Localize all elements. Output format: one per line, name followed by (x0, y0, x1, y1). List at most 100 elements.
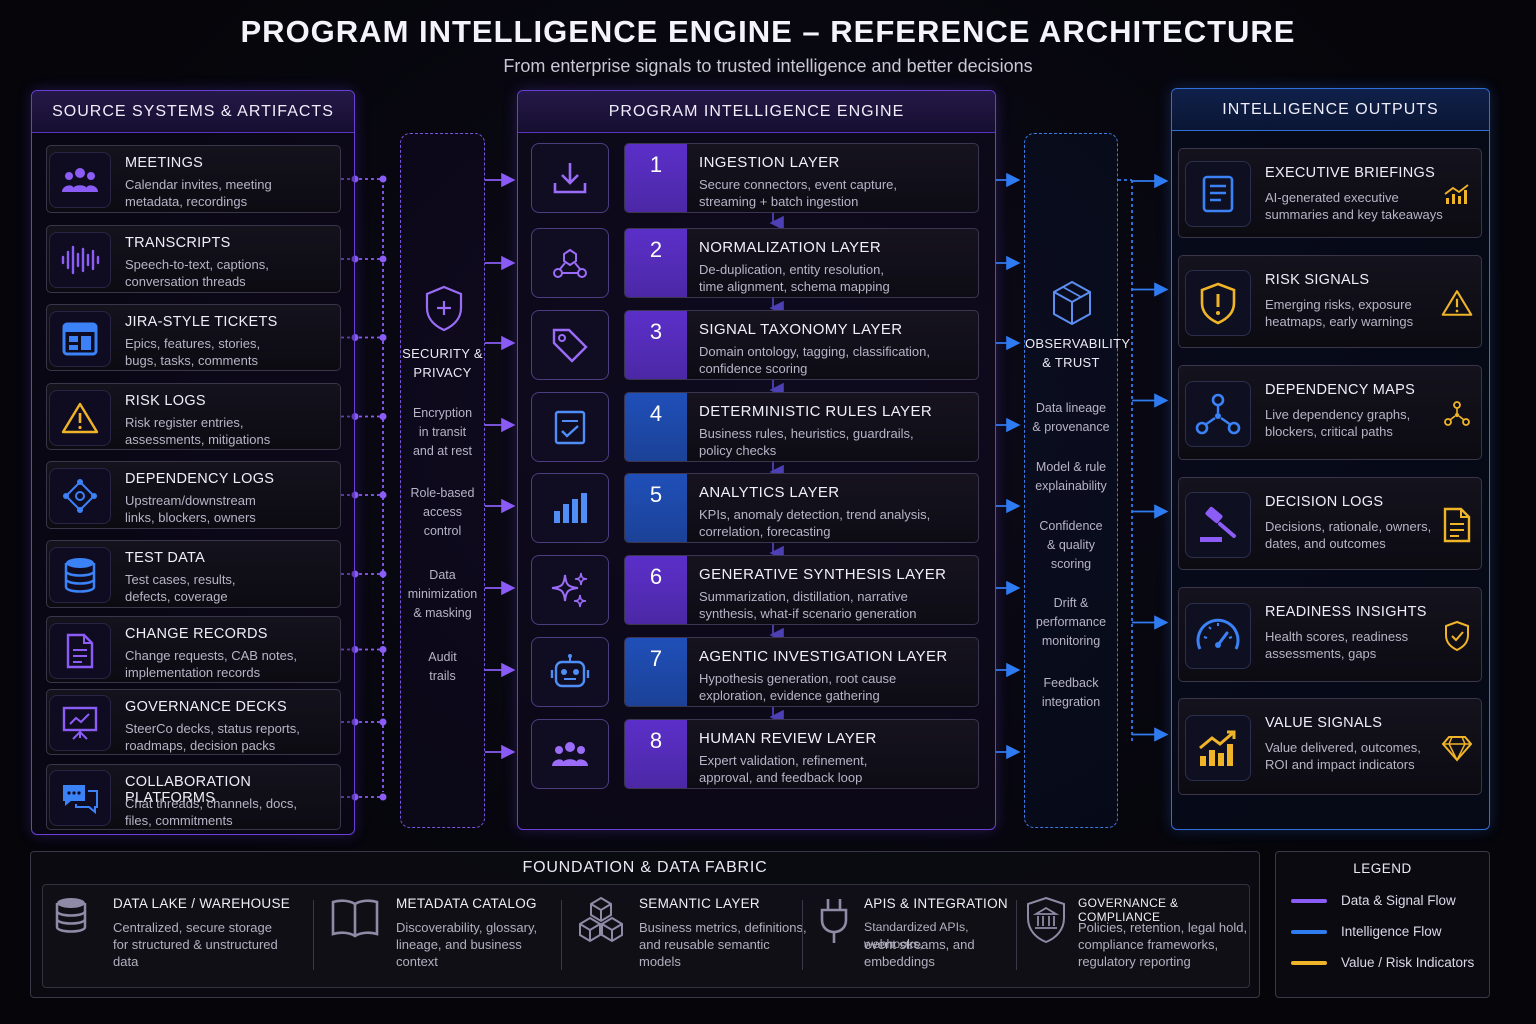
source-desc-line2: defects, coverage (125, 589, 228, 604)
engine-layer-5[interactable]: 5 ANALYTICS LAYER KPIs, anomaly detection,… (624, 473, 979, 543)
source-title: GOVERNANCE DECKS (125, 699, 287, 715)
source-card-change-records[interactable]: CHANGE RECORDS Change requests, CAB notes… (46, 616, 341, 683)
layer-desc-line2: exploration, evidence gathering (699, 688, 880, 703)
engine-layer-3[interactable]: 3 SIGNAL TAXONOMY LAYER Domain ontology, t… (624, 310, 979, 380)
foundation-desc-line2: and reusable semantic (639, 937, 770, 952)
engine-layer-4[interactable]: 4 DETERMINISTIC RULES LAYER Business rules… (624, 392, 979, 462)
layer-title: ANALYTICS LAYER (699, 484, 840, 501)
checklist-icon (531, 392, 609, 462)
layer-number: 1 (625, 144, 687, 212)
observability-item-line: explainability (1035, 479, 1107, 493)
layer-title: HUMAN REVIEW LAYER (699, 730, 877, 747)
trend-chart-icon (1441, 178, 1473, 210)
security-item-line: and at rest (412, 444, 473, 458)
foundation-divider (313, 900, 314, 970)
database-icon (49, 547, 111, 603)
foundation-item-apis-integration[interactable]: APIS & INTEGRATION Standardized APIs, web… (818, 890, 1018, 980)
source-systems-title: SOURCE SYSTEMS & ARTIFACTS (32, 91, 354, 133)
observability-item-line: Drift & (1053, 596, 1089, 610)
observability-item-line: performance (1035, 615, 1107, 629)
output-title: READINESS INSIGHTS (1265, 604, 1427, 620)
chat-icon (49, 770, 111, 826)
layer-desc-line1: KPIs, anomaly detection, trend analysis, (699, 507, 931, 522)
foundation-title: FOUNDATION & DATA FABRIC (522, 859, 768, 876)
foundation-item-metadata-catalog[interactable]: METADATA CATALOG Discoverability, glossar… (329, 890, 569, 980)
output-title: DEPENDENCY MAPS (1265, 382, 1416, 398)
cube-icon (1050, 279, 1094, 332)
security-item-line: Role-based (410, 486, 475, 500)
layer-desc-line1: De-duplication, entity resolution, (699, 262, 884, 277)
source-card-risk-logs[interactable]: RISK LOGS Risk register entries, assessmen… (46, 383, 341, 450)
source-card-governance-decks[interactable]: GOVERNANCE DECKS SteerCo decks, status re… (46, 689, 341, 755)
engine-layer-6[interactable]: 6 GENERATIVE SYNTHESIS LAYER Summarization… (624, 555, 979, 625)
foundation-desc-line1: Discoverability, glossary, (396, 920, 538, 935)
foundation-desc-line3: data (113, 954, 139, 969)
robot-icon (531, 637, 609, 707)
observability-trust-column: OBSERVABILITY & TRUST Data lineage & prov… (1024, 133, 1130, 828)
layer-desc-line1: Domain ontology, tagging, classification… (699, 344, 930, 359)
foundation-desc-line2: lineage, and business (396, 937, 522, 952)
source-desc-line1: Test cases, results, (125, 572, 236, 587)
source-card-meetings[interactable]: MEETINGS Calendar invites, meeting metadat… (46, 145, 341, 213)
output-desc-line2: assessments, gaps (1265, 646, 1377, 661)
network-icon (49, 468, 111, 524)
source-card-jira-style-tickets[interactable]: JIRA-STYLE TICKETS Epics, features, stori… (46, 304, 341, 371)
engine-layer-1[interactable]: 1 INGESTION LAYER Secure connectors, event… (624, 143, 979, 213)
source-desc-line2: roadmaps, decision packs (125, 738, 276, 753)
book-icon (329, 896, 381, 945)
output-card-risk-signals[interactable]: RISK SIGNALS Emerging risks, exposure heat… (1178, 255, 1482, 348)
source-desc-line1: Speech-to-text, captions, (125, 257, 269, 272)
engine-layer-2[interactable]: 2 NORMALIZATION LAYER De-duplication, enti… (624, 228, 979, 298)
engine-layer-8[interactable]: 8 HUMAN REVIEW LAYER Expert validation, re… (624, 719, 979, 789)
layer-title: AGENTIC INVESTIGATION LAYER (699, 648, 948, 665)
output-desc-line1: Live dependency graphs, (1265, 407, 1411, 422)
connector-node (379, 793, 387, 801)
architecture-diagram: PROGRAM INTELLIGENCE ENGINE – REFERENCE … (0, 0, 1536, 1024)
observability-item-line: Data lineage (1035, 401, 1107, 415)
output-card-readiness-insights[interactable]: READINESS INSIGHTS Health scores, readine… (1178, 587, 1482, 682)
graph-icon (1185, 380, 1251, 447)
nodes-icon (531, 228, 609, 298)
output-desc-line2: ROI and impact indicators (1265, 757, 1415, 772)
output-card-decision-logs[interactable]: DECISION LOGS Decisions, rationale, owner… (1178, 477, 1482, 570)
layer-desc-line2: synthesis, what-if scenario generation (699, 606, 917, 621)
output-card-dependency-maps[interactable]: DEPENDENCY MAPS Live dependency graphs, bl… (1178, 365, 1482, 460)
source-card-transcripts[interactable]: TRANSCRIPTS Speech-to-text, captions, conv… (46, 225, 341, 293)
security-item-line: access (423, 505, 462, 519)
output-desc-line2: summaries and key takeaways (1265, 207, 1443, 222)
layer-number: 3 (625, 311, 687, 379)
output-title: DECISION LOGS (1265, 494, 1384, 510)
source-title: MEETINGS (125, 155, 204, 171)
tag-icon (531, 310, 609, 380)
foundation-item-data-lake-warehouse[interactable]: DATA LAKE / WAREHOUSE Centralized, secure… (54, 890, 324, 980)
layer-desc-line2: time alignment, schema mapping (699, 279, 890, 294)
presentation-icon (49, 695, 111, 751)
layer-number: 6 (625, 556, 687, 624)
layer-title: INGESTION LAYER (699, 154, 840, 171)
output-desc-line1: Health scores, readiness (1265, 629, 1409, 644)
layer-desc-line2: streaming + batch ingestion (699, 194, 859, 209)
layer-title: SIGNAL TAXONOMY LAYER (699, 321, 903, 338)
layer-desc-line1: Business rules, heuristics, guardrails, (699, 426, 914, 441)
foundation-title: APIS & INTEGRATION (864, 896, 1008, 911)
output-desc-line1: Decisions, rationale, owners, (1265, 519, 1432, 534)
output-card-executive-briefings[interactable]: EXECUTIVE BRIEFINGS AI-generated executiv… (1178, 148, 1482, 238)
source-card-collaboration-platforms[interactable]: COLLABORATION PLATFORMS Chat threads, cha… (46, 764, 341, 830)
source-title: TEST DATA (125, 550, 206, 566)
layer-number: 7 (625, 638, 687, 706)
foundation-desc-line2: for structured & unstructured (113, 937, 278, 952)
source-card-test-data[interactable]: TEST DATA Test cases, results, defects, co… (46, 540, 341, 608)
foundation-item-semantic-layer[interactable]: SEMANTIC LAYER Business metrics, definiti… (577, 890, 812, 980)
growth-chart-icon (1185, 714, 1251, 781)
engine-layer-7[interactable]: 7 AGENTIC INVESTIGATION LAYER Hypothesis g… (624, 637, 979, 707)
intelligence-outputs-title: INTELLIGENCE OUTPUTS (1172, 89, 1489, 131)
foundation-desc-line3: regulatory reporting (1078, 954, 1191, 969)
source-card-dependency-logs[interactable]: DEPENDENCY LOGS Upstream/downstream links,… (46, 461, 341, 529)
foundation-desc-line3: embeddings (864, 954, 935, 969)
foundation-item-governance-compliance[interactable]: GOVERNANCE & COMPLIANCE Policies, retenti… (1024, 890, 1249, 980)
diamond-icon (1441, 732, 1473, 764)
source-desc-line1: Change requests, CAB notes, (125, 648, 297, 663)
output-title: VALUE SIGNALS (1265, 715, 1383, 731)
security-item-line: Data (429, 568, 456, 582)
output-card-value-signals[interactable]: VALUE SIGNALS Value delivered, outcomes, R… (1178, 698, 1482, 795)
